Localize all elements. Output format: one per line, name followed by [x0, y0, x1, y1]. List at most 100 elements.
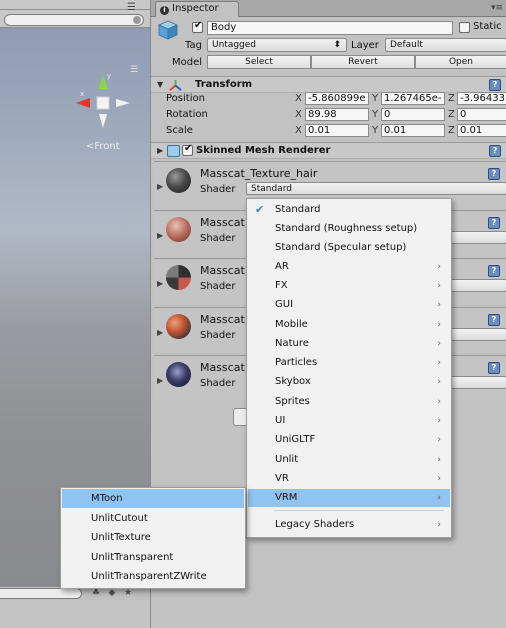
- scale-x-field[interactable]: 0.01: [305, 124, 369, 137]
- submenu-item-unlittransparent[interactable]: UnlitTransparent: [62, 548, 244, 567]
- chevron-right-icon: ›: [437, 416, 441, 426]
- star-icon[interactable]: ★: [122, 588, 134, 599]
- material-preview[interactable]: [166, 362, 191, 387]
- menu-item-label: Standard (Roughness setup): [275, 223, 418, 234]
- menu-item-standard[interactable]: ✔ Standard: [248, 201, 450, 219]
- position-x-field[interactable]: -5.860899e: [305, 92, 369, 105]
- position-y-field[interactable]: 1.267465e-: [381, 92, 445, 105]
- submenu-item-unlitcutout[interactable]: UnlitCutout: [62, 509, 244, 528]
- axis-x-label[interactable]: X: [295, 93, 302, 104]
- menu-item-label: Nature: [275, 338, 309, 349]
- help-icon[interactable]: ?: [489, 145, 501, 157]
- material-preview[interactable]: [166, 168, 191, 193]
- axis-y-label[interactable]: Y: [372, 109, 378, 120]
- foldout-arrow-icon[interactable]: ▶: [157, 279, 163, 288]
- search-cancel-icon[interactable]: [133, 16, 141, 24]
- menu-item-ui[interactable]: UI ›: [248, 412, 450, 430]
- foldout-arrow-icon[interactable]: ▼: [157, 80, 163, 89]
- tab-menu-icon[interactable]: ▾≡: [491, 3, 503, 13]
- static-checkbox[interactable]: [459, 22, 470, 33]
- rotation-y-field[interactable]: 0: [381, 108, 445, 121]
- menu-icon[interactable]: ☰: [127, 3, 136, 13]
- transform-header[interactable]: ▼ Transform ?: [151, 76, 506, 93]
- menu-item-standard-specular[interactable]: Standard (Specular setup): [248, 239, 450, 257]
- axis-z-label[interactable]: Z: [448, 109, 455, 120]
- foldout-arrow-icon[interactable]: ▶: [157, 328, 163, 337]
- gizmo-neg-x-cone[interactable]: [116, 99, 130, 107]
- menu-item-vr[interactable]: VR ›: [248, 470, 450, 488]
- scale-z-field[interactable]: 0.01: [457, 124, 506, 137]
- axis-x-label[interactable]: X: [295, 109, 302, 120]
- help-icon[interactable]: ?: [488, 265, 500, 277]
- material-preview[interactable]: [166, 265, 191, 290]
- gameobject-name-field[interactable]: Body: [207, 21, 453, 35]
- rotation-z-field[interactable]: 0: [457, 108, 506, 121]
- foldout-arrow-icon[interactable]: ▶: [157, 182, 163, 191]
- submenu-item-unlittexture[interactable]: UnlitTexture: [62, 528, 244, 547]
- view-label[interactable]: <Front: [86, 141, 120, 152]
- menu-item-nature[interactable]: Nature ›: [248, 335, 450, 353]
- axis-y-label[interactable]: Y: [372, 93, 378, 104]
- chevron-right-icon: ›: [437, 262, 441, 272]
- filter-icon[interactable]: ♣: [90, 588, 102, 599]
- model-open-button[interactable]: Open: [415, 55, 506, 69]
- model-revert-button[interactable]: Revert: [311, 55, 415, 69]
- tag-icon[interactable]: ◆: [106, 588, 118, 599]
- rotation-label: Rotation: [166, 109, 208, 120]
- position-z-field[interactable]: -3.96433: [457, 92, 506, 105]
- menu-item-sprites[interactable]: Sprites ›: [248, 393, 450, 411]
- skinned-mesh-renderer-header[interactable]: ▶ Skinned Mesh Renderer ?: [151, 142, 506, 159]
- material-preview[interactable]: [166, 314, 191, 339]
- material-name: Masscat: [200, 361, 245, 374]
- menu-separator: [274, 510, 444, 511]
- foldout-arrow-icon[interactable]: ▶: [157, 231, 163, 240]
- scene-search-field[interactable]: [4, 14, 144, 26]
- menu-item-label: Mobile: [275, 319, 308, 330]
- axis-z-label[interactable]: Z: [448, 125, 455, 136]
- gizmo-center-cube[interactable]: [96, 96, 110, 110]
- help-icon[interactable]: ?: [488, 314, 500, 326]
- menu-item-standard-roughness[interactable]: Standard (Roughness setup): [248, 220, 450, 238]
- orientation-gizmo[interactable]: y x: [68, 68, 138, 148]
- static-label: Static: [473, 21, 502, 32]
- tab-inspector[interactable]: i Inspector: [155, 1, 239, 17]
- tag-value: Untagged: [212, 40, 257, 50]
- submenu-item-unlittransparentzwrite[interactable]: UnlitTransparentZWrite: [62, 567, 244, 586]
- gizmo-neg-y-cone[interactable]: [99, 114, 107, 128]
- axis-x-label[interactable]: X: [295, 125, 302, 136]
- help-icon[interactable]: ?: [488, 362, 500, 374]
- model-select-button[interactable]: Select: [207, 55, 311, 69]
- svg-text:x: x: [80, 90, 84, 98]
- layer-dropdown[interactable]: Default: [385, 38, 506, 52]
- gizmo-x-cone[interactable]: [76, 98, 90, 108]
- menu-item-mobile[interactable]: Mobile ›: [248, 316, 450, 334]
- help-icon[interactable]: ?: [488, 168, 500, 180]
- menu-item-skybox[interactable]: Skybox ›: [248, 373, 450, 391]
- help-icon[interactable]: ?: [489, 79, 501, 91]
- menu-item-ar[interactable]: AR ›: [248, 258, 450, 276]
- tag-dropdown[interactable]: Untagged ⬍: [207, 38, 347, 52]
- menu-item-unigltf[interactable]: UniGLTF ›: [248, 431, 450, 449]
- tag-label: Tag: [185, 40, 202, 51]
- shader-dropdown[interactable]: Standard: [246, 182, 506, 195]
- menu-item-legacy-shaders[interactable]: Legacy Shaders ›: [248, 516, 450, 534]
- submenu-item-mtoon[interactable]: MToon: [62, 489, 244, 508]
- menu-item-label: GUI: [275, 299, 294, 310]
- material-preview[interactable]: [166, 217, 191, 242]
- hierarchy-search-field[interactable]: [0, 588, 82, 599]
- shader-label: Shader: [200, 330, 236, 341]
- foldout-arrow-icon[interactable]: ▶: [157, 146, 163, 155]
- axis-z-label[interactable]: Z: [448, 93, 455, 104]
- menu-item-particles[interactable]: Particles ›: [248, 354, 450, 372]
- menu-item-gui[interactable]: GUI ›: [248, 296, 450, 314]
- menu-item-fx[interactable]: FX ›: [248, 277, 450, 295]
- component-enabled-checkbox[interactable]: [182, 143, 193, 156]
- menu-item-vrm[interactable]: VRM ›: [248, 489, 450, 507]
- active-checkbox[interactable]: [192, 20, 203, 33]
- help-icon[interactable]: ?: [488, 217, 500, 229]
- foldout-arrow-icon[interactable]: ▶: [157, 376, 163, 385]
- menu-item-unlit[interactable]: Unlit ›: [248, 451, 450, 469]
- scale-y-field[interactable]: 0.01: [381, 124, 445, 137]
- rotation-x-field[interactable]: 89.98: [305, 108, 369, 121]
- axis-y-label[interactable]: Y: [372, 125, 378, 136]
